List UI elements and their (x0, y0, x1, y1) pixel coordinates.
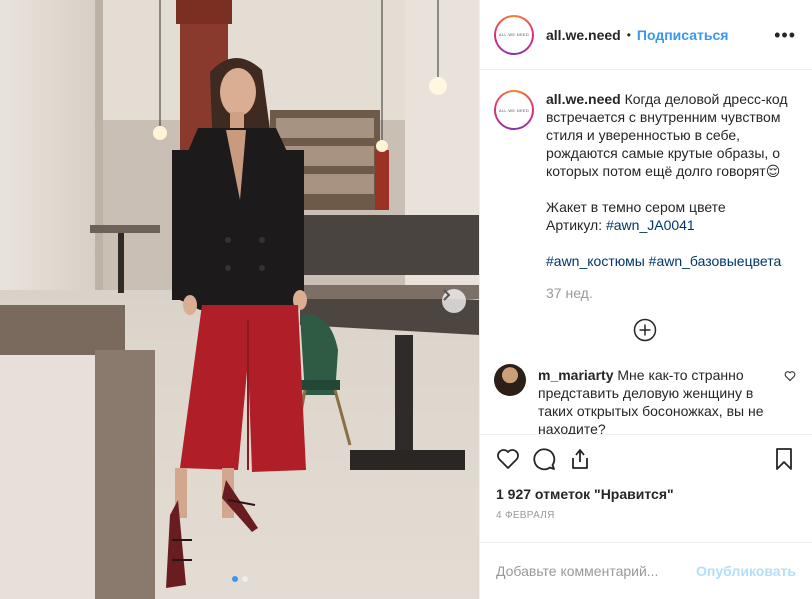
header-separator: • (626, 27, 631, 42)
hashtag-basic-colors[interactable]: #awn_базовыецвета (649, 253, 782, 269)
carousel-indicator (0, 576, 479, 582)
comments-section[interactable]: ALL.WE.NEED all.we.need Когда деловой др… (480, 70, 812, 434)
caption: ALL.WE.NEED all.we.need Когда деловой др… (494, 90, 796, 302)
carousel-dot-1 (231, 576, 238, 582)
author-avatar[interactable]: ALL.WE.NEED (494, 14, 534, 55)
instagram-post: ALL.WE.NEED all.we.need • Подписаться ••… (0, 0, 812, 599)
hashtag-suits[interactable]: #awn_костюмы (546, 253, 645, 269)
more-options-icon[interactable]: ••• (774, 26, 796, 44)
caption-article-prefix: Артикул: (546, 217, 606, 233)
post-date[interactable]: 4 ФЕВРАЛЯ (480, 506, 812, 530)
bookmark-icon[interactable] (772, 447, 796, 471)
comment-bubble-icon[interactable] (532, 447, 556, 471)
comment-username[interactable]: m_mariarty (538, 367, 614, 383)
avatar-logo-text: ALL.WE.NEED (498, 32, 530, 37)
publish-button[interactable]: Опубликовать (696, 563, 796, 579)
caption-body: all.we.need Когда деловой дресс-код встр… (546, 90, 796, 302)
likes-count[interactable]: 1 927 отметок "Нравится" (480, 482, 812, 506)
caption-username[interactable]: all.we.need (546, 91, 621, 107)
plus-circle-icon (633, 318, 657, 342)
post-photo[interactable] (0, 0, 479, 599)
add-comment-bar: Опубликовать (480, 542, 812, 599)
post-sidebar: ALL.WE.NEED all.we.need • Подписаться ••… (479, 0, 812, 599)
relieved-emoji: 😌 (765, 163, 781, 179)
like-comment-icon[interactable] (784, 370, 796, 382)
share-icon[interactable] (568, 447, 592, 471)
carousel-dot-2 (241, 576, 248, 582)
avatar-logo: ALL.WE.NEED (496, 16, 532, 53)
comment-item: m_mariarty Мне как-то странно представит… (494, 364, 796, 434)
like-heart-icon[interactable] (496, 447, 520, 471)
post-header: ALL.WE.NEED all.we.need • Подписаться ••… (480, 0, 812, 70)
caption-jacket-line: Жакет в темно сером цвете (546, 199, 726, 215)
caption-avatar[interactable]: ALL.WE.NEED (494, 90, 534, 130)
chevron-right-icon (443, 289, 451, 301)
photo-illustration (0, 0, 479, 599)
comment-body: m_mariarty Мне как-то странно представит… (538, 366, 764, 434)
caption-time: 37 нед. (546, 285, 593, 301)
commenter-avatar[interactable] (494, 364, 526, 396)
comment-input[interactable] (496, 563, 697, 579)
post-actions (480, 434, 812, 482)
avatar-logo-text: ALL.WE.NEED (498, 107, 530, 113)
load-more-comments-button[interactable] (494, 318, 796, 342)
follow-button[interactable]: Подписаться (637, 27, 729, 43)
avatar-logo: ALL.WE.NEED (496, 92, 532, 128)
author-username[interactable]: all.we.need (546, 27, 621, 43)
next-photo-button[interactable] (442, 289, 466, 313)
hashtag-article[interactable]: #awn_JA0041 (606, 217, 695, 233)
